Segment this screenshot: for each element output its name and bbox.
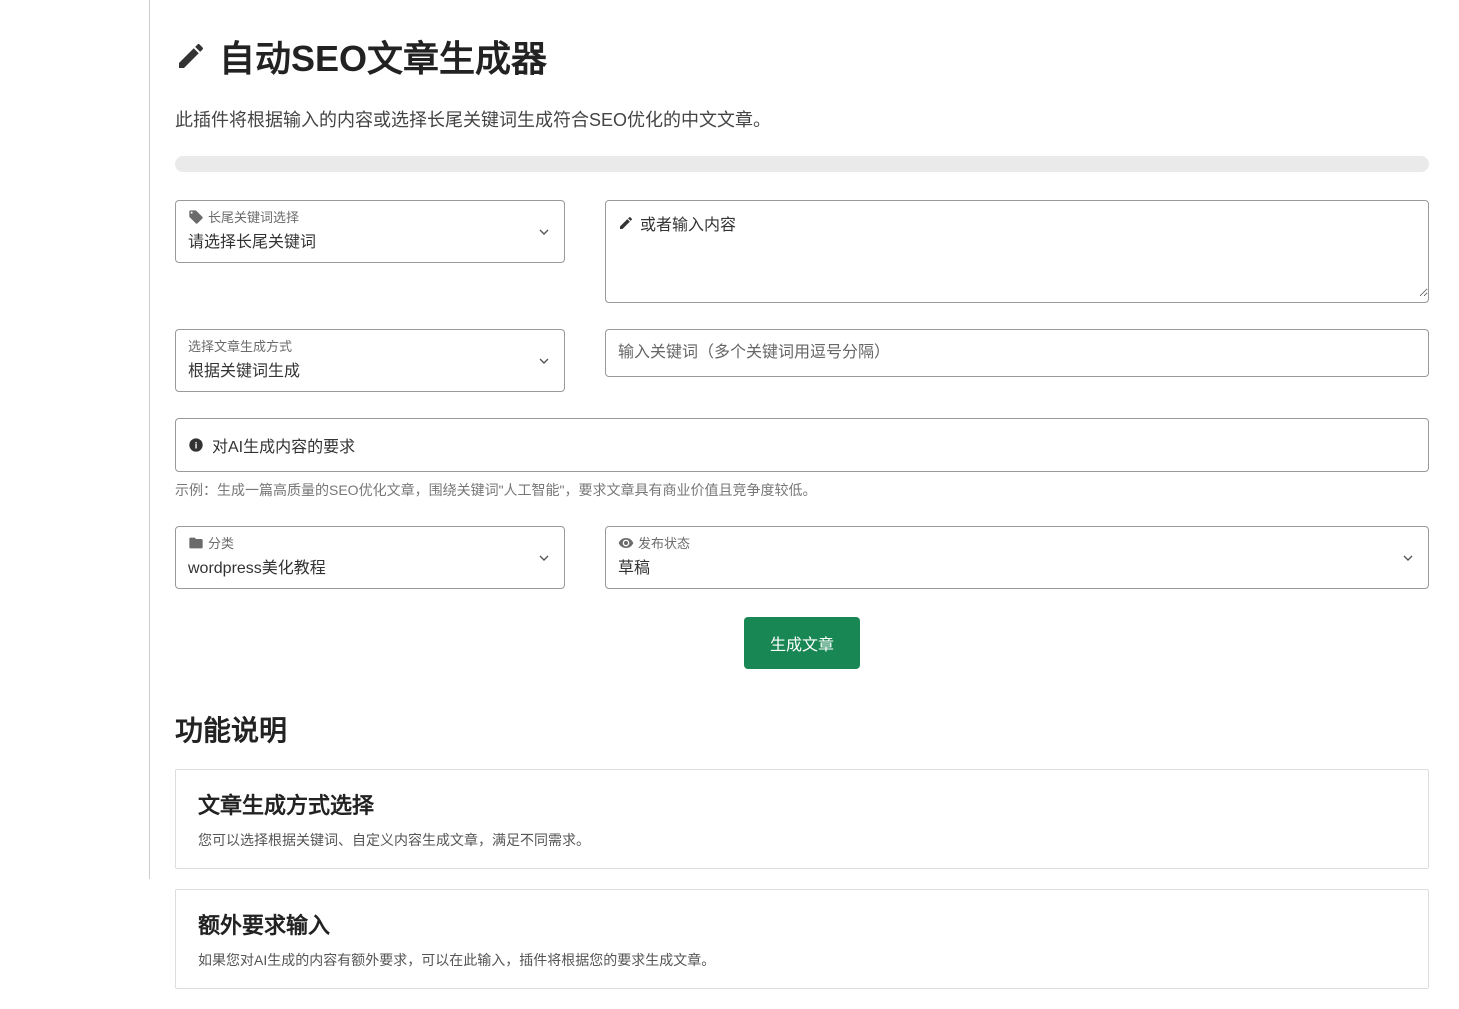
help-section-title: 功能说明 <box>175 709 1429 749</box>
content-textarea-field[interactable]: 或者输入内容 <box>605 200 1429 303</box>
help-card: 文章生成方式选择 您可以选择根据关键词、自定义内容生成文章，满足不同需求。 <box>175 769 1429 869</box>
pencil-icon <box>175 40 207 72</box>
generation-mode-value: 根据关键词生成 <box>176 355 564 391</box>
content-textarea[interactable] <box>606 201 1428 297</box>
generate-button[interactable]: 生成文章 <box>744 617 860 669</box>
category-label: 分类 <box>176 527 564 552</box>
longtail-keyword-value: 请选择长尾关键词 <box>176 226 564 262</box>
longtail-keyword-select[interactable]: 长尾关键词选择 请选择长尾关键词 <box>175 200 565 263</box>
publish-status-select[interactable]: 发布状态 草稿 <box>605 526 1429 589</box>
publish-status-label: 发布状态 <box>606 527 1428 552</box>
progress-bar <box>175 156 1429 172</box>
help-card-title: 额外要求输入 <box>198 908 1406 940</box>
keywords-input-field[interactable] <box>605 329 1429 377</box>
svg-text:i: i <box>195 440 198 450</box>
help-card-title: 文章生成方式选择 <box>198 788 1406 820</box>
generation-mode-label: 选择文章生成方式 <box>176 330 564 355</box>
category-select[interactable]: 分类 wordpress美化教程 <box>175 526 565 589</box>
generation-mode-select[interactable]: 选择文章生成方式 根据关键词生成 <box>175 329 565 392</box>
eye-icon <box>618 535 634 551</box>
page-title: 自动SEO文章生成器 <box>175 30 1429 82</box>
main-content: 自动SEO文章生成器 此插件将根据输入的内容或选择长尾关键词生成符合SEO优化的… <box>175 0 1429 989</box>
ai-requirement-placeholder: 对AI生成内容的要求 <box>212 433 355 457</box>
help-card-desc: 您可以选择根据关键词、自定义内容生成文章，满足不同需求。 <box>198 830 1406 850</box>
page-title-text: 自动SEO文章生成器 <box>219 30 547 82</box>
page-description: 此插件将根据输入的内容或选择长尾关键词生成符合SEO优化的中文文章。 <box>175 106 1429 132</box>
info-icon: i <box>188 437 204 453</box>
ai-requirement-hint: 示例：生成一篇高质量的SEO优化文章，围绕关键词"人工智能"，要求文章具有商业价… <box>175 480 1429 500</box>
help-card: 额外要求输入 如果您对AI生成的内容有额外要求，可以在此输入，插件将根据您的要求… <box>175 889 1429 989</box>
folder-icon <box>188 535 204 551</box>
longtail-keyword-label: 长尾关键词选择 <box>176 201 564 226</box>
sidebar-divider <box>149 0 150 879</box>
publish-status-value: 草稿 <box>606 552 1428 588</box>
tag-icon <box>188 209 204 225</box>
ai-requirement-input[interactable]: i 对AI生成内容的要求 <box>175 418 1429 472</box>
help-card-desc: 如果您对AI生成的内容有额外要求，可以在此输入，插件将根据您的要求生成文章。 <box>198 950 1406 970</box>
category-value: wordpress美化教程 <box>176 552 564 588</box>
keywords-input[interactable] <box>606 330 1428 376</box>
